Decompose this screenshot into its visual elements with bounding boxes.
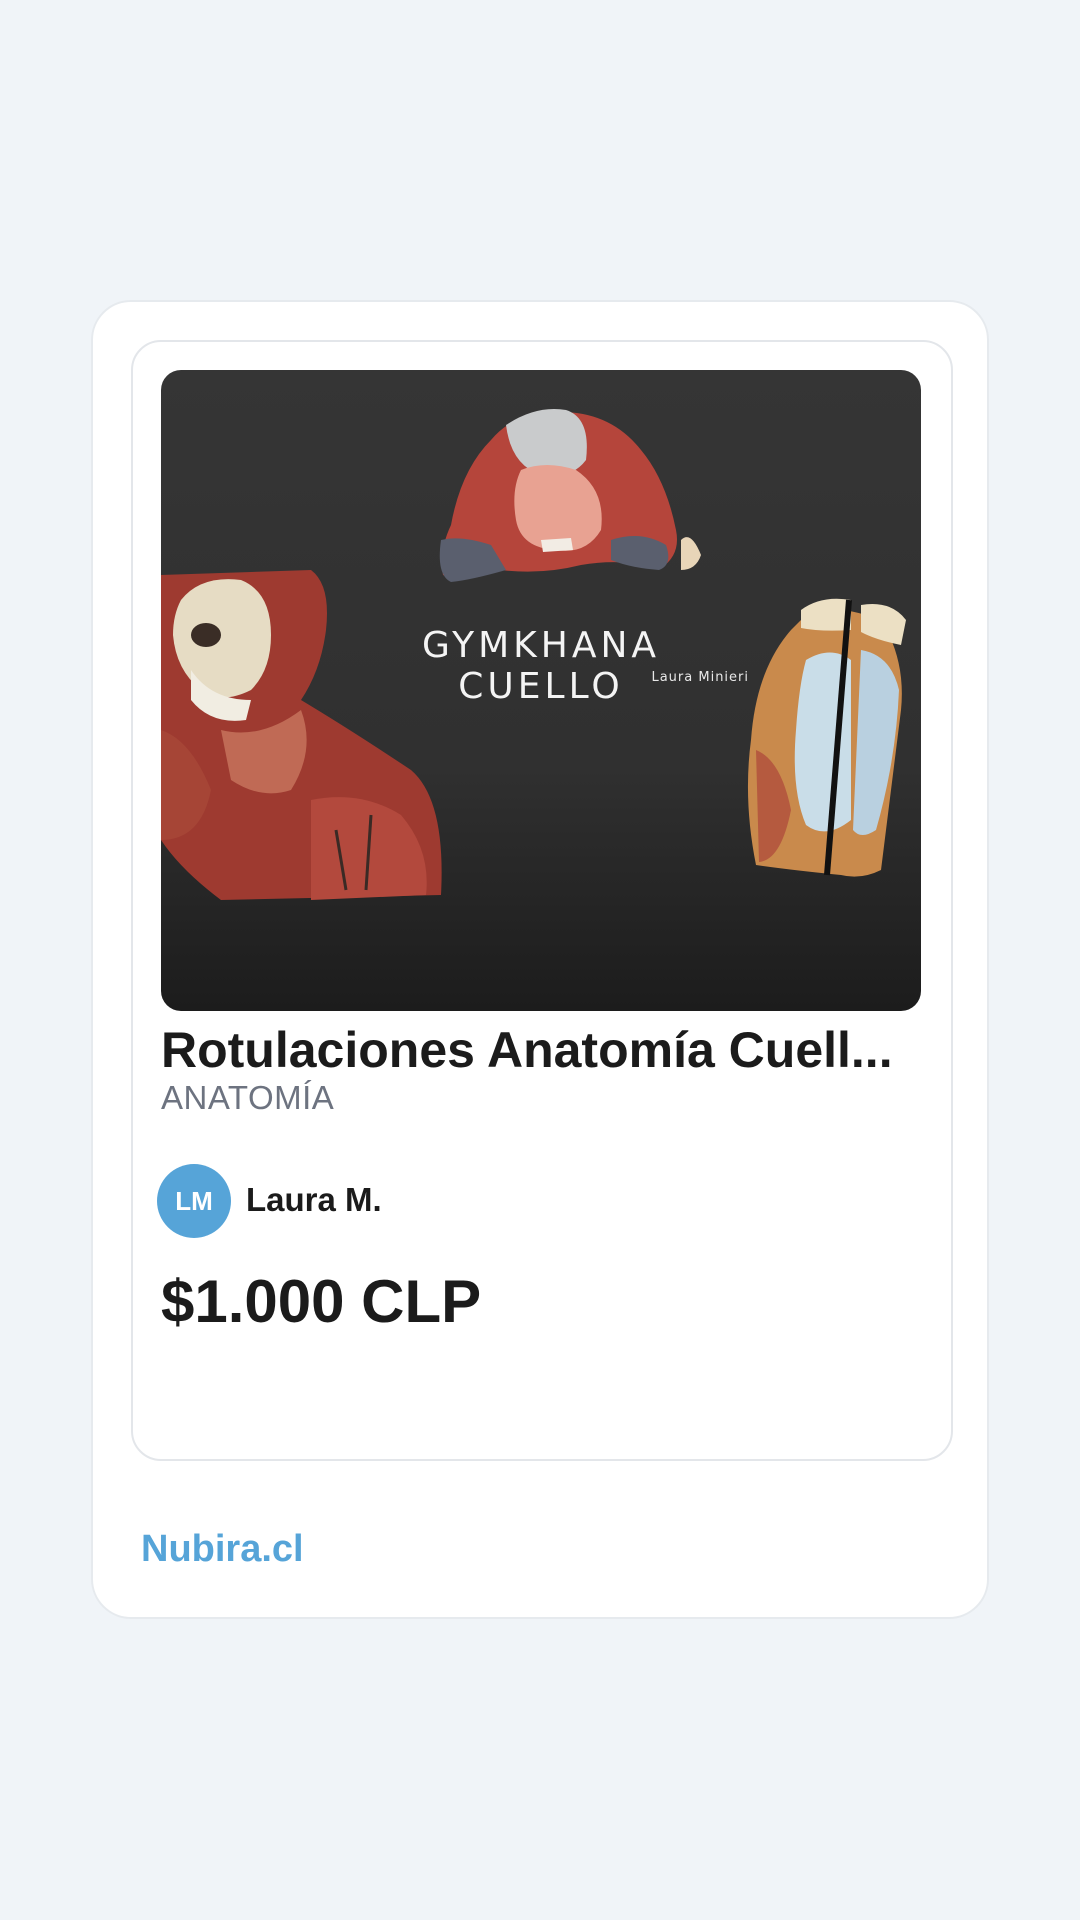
image-title-text: GYMKHANA CUELLO (421, 625, 660, 707)
brand-link[interactable]: Nubira.cl (141, 1524, 304, 1574)
seller-initials: LM (175, 1185, 213, 1216)
product-image[interactable]: GYMKHANA CUELLO Laura Minieri (161, 370, 921, 1011)
seller-avatar[interactable]: LM (157, 1164, 231, 1238)
product-category: ANATOMÍA (161, 1079, 335, 1116)
thyroid-model (439, 409, 701, 582)
head-neck-model (161, 570, 442, 900)
seller-name[interactable]: Laura M. (246, 1178, 382, 1222)
share-card: GYMKHANA CUELLO Laura Minieri Rotulacion… (91, 300, 989, 1619)
product-card[interactable]: GYMKHANA CUELLO Laura Minieri Rotulacion… (131, 340, 953, 1461)
product-price: $1.000 CLP (161, 1268, 482, 1335)
product-title[interactable]: Rotulaciones Anatomía Cuell... (161, 1018, 921, 1082)
larynx-model (747, 598, 906, 877)
image-author-text: Laura Minieri (651, 670, 749, 685)
